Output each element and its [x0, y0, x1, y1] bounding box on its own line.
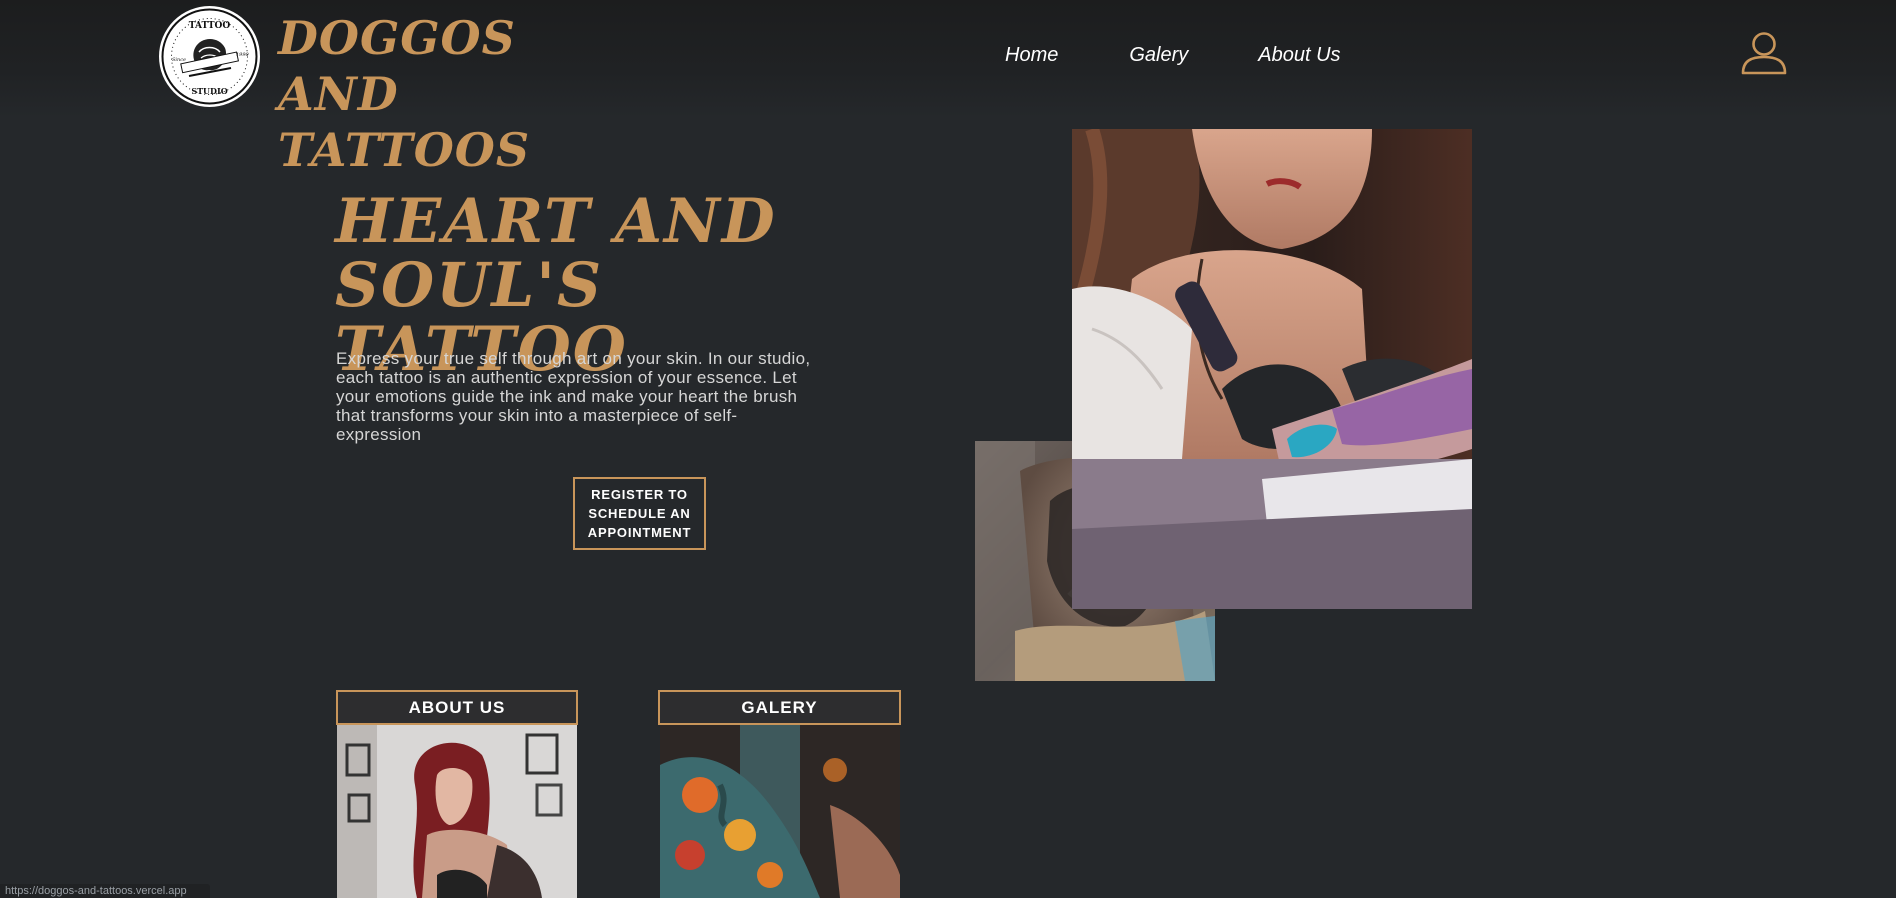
galery-card-label[interactable]: GALERY [658, 690, 901, 725]
nav-home-link[interactable]: Home [1005, 44, 1058, 67]
logo-left-text: Since [172, 57, 186, 63]
studio-logo[interactable]: TATTOO STUDIO Since 1990 [159, 6, 260, 107]
galery-card-image[interactable] [660, 725, 900, 898]
about-us-card-label[interactable]: ABOUT US [336, 690, 578, 725]
nav-about-us-link[interactable]: About Us [1258, 44, 1340, 67]
logo-top-text: TATTOO [189, 21, 231, 31]
register-appointment-button[interactable]: REGISTER TO SCHEDULE AN APPOINTMENT [573, 477, 706, 550]
logo-bottom-text: STUDIO [191, 86, 227, 96]
nav-galery-link[interactable]: Galery [1129, 44, 1188, 67]
logo-right-text: 1990 [236, 52, 250, 58]
main-nav: Home Galery About Us [1005, 44, 1341, 67]
page: TATTOO STUDIO Since 1990 DOGGOS AND TATT… [0, 0, 1896, 898]
logo-badge-icon: TATTOO STUDIO Since 1990 [161, 8, 258, 105]
user-account-icon[interactable] [1740, 30, 1788, 76]
status-bar-url: https://doggos-and-tattoos.vercel.app [0, 884, 210, 898]
about-us-card-image[interactable] [337, 725, 577, 898]
tattoo-artist-photo [1072, 129, 1472, 609]
site-header: TATTOO STUDIO Since 1990 DOGGOS AND TATT… [0, 0, 1896, 177]
brand-title[interactable]: DOGGOS AND TATTOOS [278, 10, 638, 178]
hero-description: Express your true self through art on yo… [336, 349, 811, 444]
